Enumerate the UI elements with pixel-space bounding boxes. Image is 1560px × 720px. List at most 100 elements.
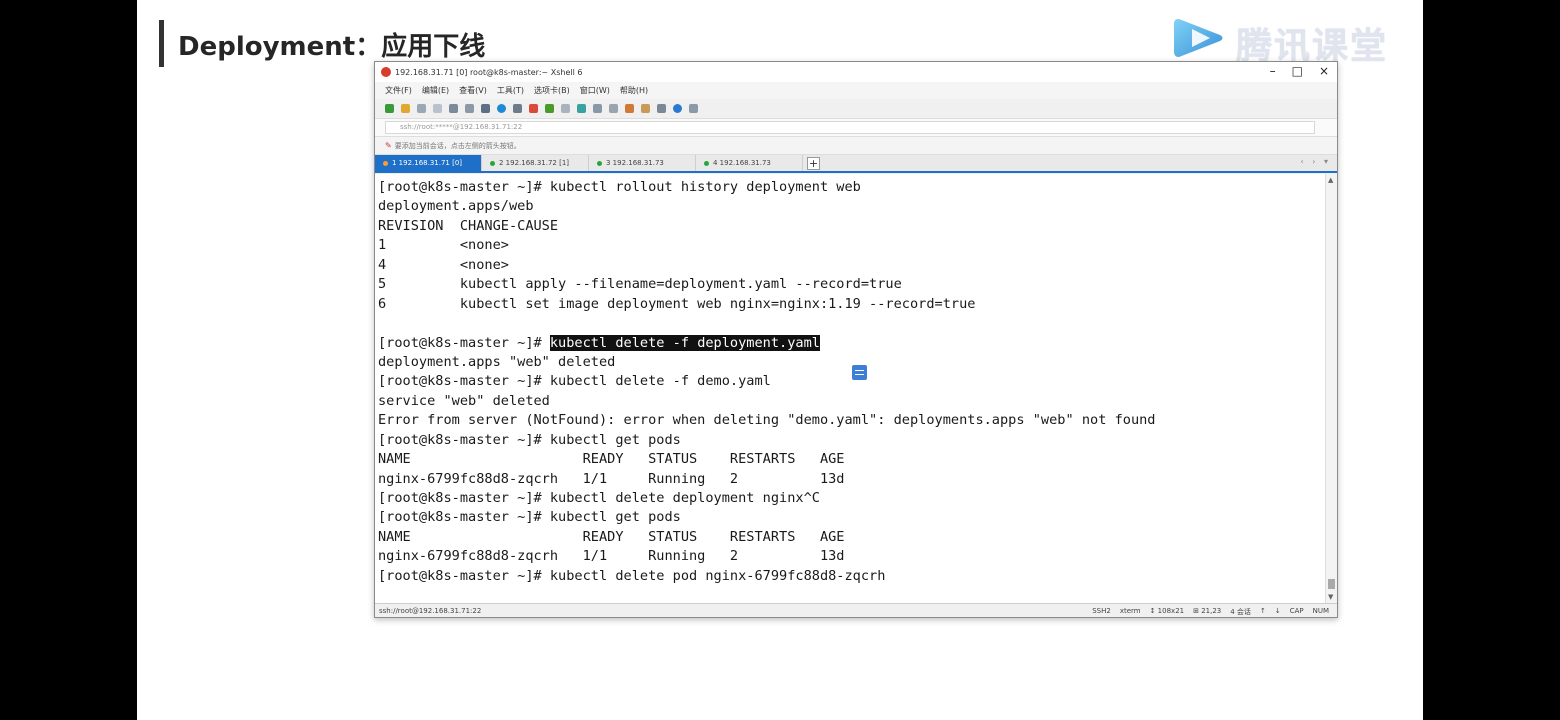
- status-protocol: SSH2: [1092, 607, 1111, 615]
- menu-window[interactable]: 窗口(W): [580, 85, 610, 96]
- status-terminal-type: xterm: [1119, 607, 1141, 615]
- title-accent-bar: [159, 20, 164, 67]
- terminal-line: Error from server (NotFound): error when…: [378, 412, 1156, 429]
- lock-icon[interactable]: [561, 104, 570, 113]
- terminal-line: nginx-6799fc88d8-zqcrh 1/1 Running 2 13d: [378, 470, 845, 487]
- xshell-app-icon: [381, 67, 391, 77]
- new-session-icon[interactable]: [385, 104, 394, 113]
- copy-icon[interactable]: [449, 104, 458, 113]
- session-status-icon: [490, 160, 495, 166]
- terminal-line: [root@k8s-master ~]# kubectl delete pod …: [378, 567, 886, 584]
- scrollbar-thumb[interactable]: [1328, 579, 1335, 589]
- maximize-button[interactable]: □: [1292, 64, 1303, 78]
- terminal-line: NAME READY STATUS RESTARTS AGE: [378, 451, 845, 468]
- tab-session-3[interactable]: 3 192.168.31.73: [589, 155, 696, 171]
- menu-bar: 文件(F) 编辑(E) 查看(V) 工具(T) 选项卡(B) 窗口(W) 帮助(…: [375, 82, 1337, 99]
- terminal-line: deployment.apps/web: [378, 198, 534, 215]
- scroll-up-icon[interactable]: ▲: [1328, 176, 1333, 184]
- address-bar: ssh://root:*****@192.168.31.71:22: [375, 119, 1337, 137]
- upload-icon: ↑: [1259, 607, 1266, 615]
- layout-icon[interactable]: [481, 104, 490, 113]
- note-icon: [852, 365, 867, 380]
- slide-title: Deployment：应用下线: [178, 32, 486, 62]
- keyboard-icon[interactable]: [609, 104, 618, 113]
- minimize-button[interactable]: –: [1270, 64, 1276, 78]
- options-icon[interactable]: [689, 104, 698, 113]
- disconnect-icon[interactable]: [433, 104, 442, 113]
- terminal-line: [root@k8s-master ~]# kubectl get pods: [378, 509, 681, 526]
- terminal-line: nginx-6799fc88d8-zqcrh 1/1 Running 2 13d: [378, 548, 845, 565]
- status-size: ↕ 108x21: [1149, 607, 1185, 615]
- session-status-icon: [597, 160, 602, 166]
- menu-edit[interactable]: 编辑(E): [422, 85, 449, 96]
- window-title: 192.168.31.71 [0] root@k8s-master:~ Xshe…: [395, 67, 583, 77]
- window-controls: – □ ×: [1270, 64, 1329, 78]
- transfer-icon[interactable]: [593, 104, 602, 113]
- session-hint: 要添加当前会话，点击左侧的箭头按钮。: [394, 141, 521, 150]
- fullscreen-icon[interactable]: [577, 104, 586, 113]
- tab-session-4[interactable]: 4 192.168.31.73: [696, 155, 803, 171]
- play-icon: [1174, 19, 1223, 57]
- session-status-icon: [383, 160, 388, 166]
- reconnect-icon[interactable]: [417, 104, 426, 113]
- terminal-scrollbar[interactable]: ▲ ▼: [1325, 174, 1337, 603]
- terminal-line: [root@k8s-master ~]# kubectl delete depl…: [378, 490, 820, 506]
- session-status-icon: [704, 160, 709, 166]
- help-icon[interactable]: [673, 104, 682, 113]
- download-icon: ↓: [1274, 607, 1281, 615]
- find-icon[interactable]: [465, 104, 474, 113]
- menu-view[interactable]: 查看(V): [459, 85, 487, 96]
- tab-label: 4 192.168.31.73: [713, 159, 771, 167]
- menu-help[interactable]: 帮助(H): [620, 85, 648, 96]
- xmanager-icon[interactable]: [545, 104, 554, 113]
- status-indicators: SSH2 xterm ↕ 108x21 ⊞ 21,23 4 会话 ↑ ↓ CAP…: [1092, 607, 1329, 617]
- terminal-line-highlighted: [root@k8s-master ~]# kubectl delete -f d…: [378, 334, 1327, 353]
- terminal-line: 4 <none>: [378, 256, 509, 273]
- slide: Deployment：应用下线 腾讯课堂 192.168.31.71 [0] r…: [137, 0, 1423, 720]
- terminal-output[interactable]: [root@k8s-master ~]# kubectl rollout his…: [375, 174, 1327, 603]
- xftp-icon[interactable]: [529, 104, 538, 113]
- terminal-line: 1 <none>: [378, 237, 509, 254]
- menu-tools[interactable]: 工具(T): [497, 85, 524, 96]
- session-bar: ✎ 要添加当前会话，点击左侧的箭头按钮。: [375, 137, 1337, 155]
- compose-icon[interactable]: [641, 104, 650, 113]
- script-icon[interactable]: [625, 104, 634, 113]
- terminal-line: REVISION CHANGE-CAUSE: [378, 217, 559, 234]
- terminal-line: NAME READY STATUS RESTARTS AGE: [378, 528, 845, 545]
- tab-bar: 1 192.168.31.71 [0] 2 192.168.31.72 [1] …: [375, 155, 1337, 173]
- status-num: NUM: [1312, 607, 1329, 615]
- toolbar: [375, 99, 1337, 119]
- bookmark-icon[interactable]: ✎: [385, 141, 392, 150]
- add-tab-button[interactable]: +: [807, 156, 820, 170]
- terminal-line: 5 kubectl apply --filename=deployment.ya…: [378, 276, 902, 293]
- status-sessions: 4 会话: [1230, 608, 1251, 616]
- scroll-down-icon[interactable]: ▼: [1328, 593, 1333, 601]
- terminal-line: [root@k8s-master ~]# kubectl rollout his…: [378, 179, 861, 195]
- terminal-line: 6 kubectl set image deployment web nginx…: [378, 295, 976, 312]
- menu-tab[interactable]: 选项卡(B): [534, 85, 570, 96]
- tencent-classroom-logo: 腾讯课堂: [1170, 13, 1395, 67]
- status-bar: ssh://root@192.168.31.71:22 SSH2 xterm ↕…: [375, 603, 1337, 617]
- tab-label: 2 192.168.31.72 [1]: [499, 159, 570, 167]
- open-folder-icon[interactable]: [401, 104, 410, 113]
- terminal-line: service "web" deleted: [378, 392, 550, 409]
- status-cursor-pos: ⊞ 21,23: [1193, 607, 1222, 615]
- xshell-window: 192.168.31.71 [0] root@k8s-master:~ Xshe…: [374, 61, 1338, 618]
- menu-file[interactable]: 文件(F): [385, 85, 412, 96]
- terminal-prompt: [root@k8s-master ~]#: [378, 334, 550, 351]
- tab-session-2[interactable]: 2 192.168.31.72 [1]: [482, 155, 589, 171]
- tab-label: 1 192.168.31.71 [0]: [392, 159, 463, 167]
- globe-icon[interactable]: [497, 104, 506, 113]
- tab-session-1[interactable]: 1 192.168.31.71 [0]: [375, 155, 482, 171]
- highlighted-command: kubectl delete -f deployment.yaml: [549, 334, 820, 351]
- close-button[interactable]: ×: [1319, 64, 1329, 78]
- tab-navigation[interactable]: ‹ › ▾: [1301, 157, 1332, 166]
- address-input[interactable]: ssh://root:*****@192.168.31.71:22: [385, 121, 1315, 134]
- window-titlebar[interactable]: 192.168.31.71 [0] root@k8s-master:~ Xshe…: [375, 62, 1337, 82]
- status-connection: ssh://root@192.168.31.71:22: [379, 607, 482, 615]
- status-caps: CAP: [1289, 607, 1304, 615]
- terminal-line: [root@k8s-master ~]# kubectl get pods: [378, 431, 681, 448]
- window-icon[interactable]: [657, 104, 666, 113]
- font-icon[interactable]: [513, 104, 522, 113]
